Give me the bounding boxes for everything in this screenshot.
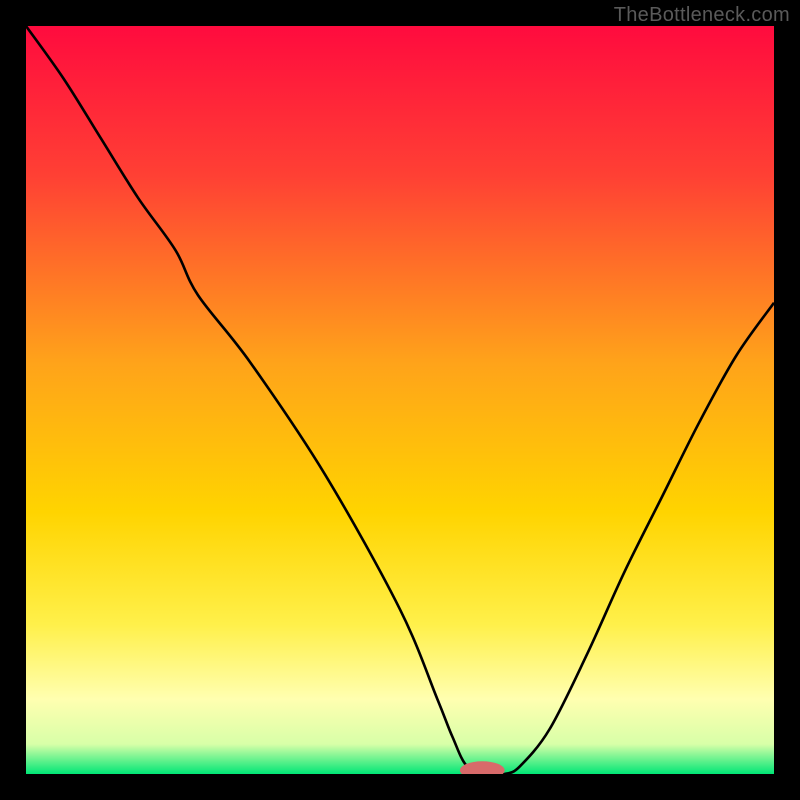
chart-svg (26, 26, 774, 774)
watermark-label: TheBottleneck.com (614, 4, 790, 27)
chart-frame: TheBottleneck.com (0, 0, 800, 800)
chart-plot-area (26, 26, 774, 774)
chart-background-gradient (26, 26, 774, 774)
